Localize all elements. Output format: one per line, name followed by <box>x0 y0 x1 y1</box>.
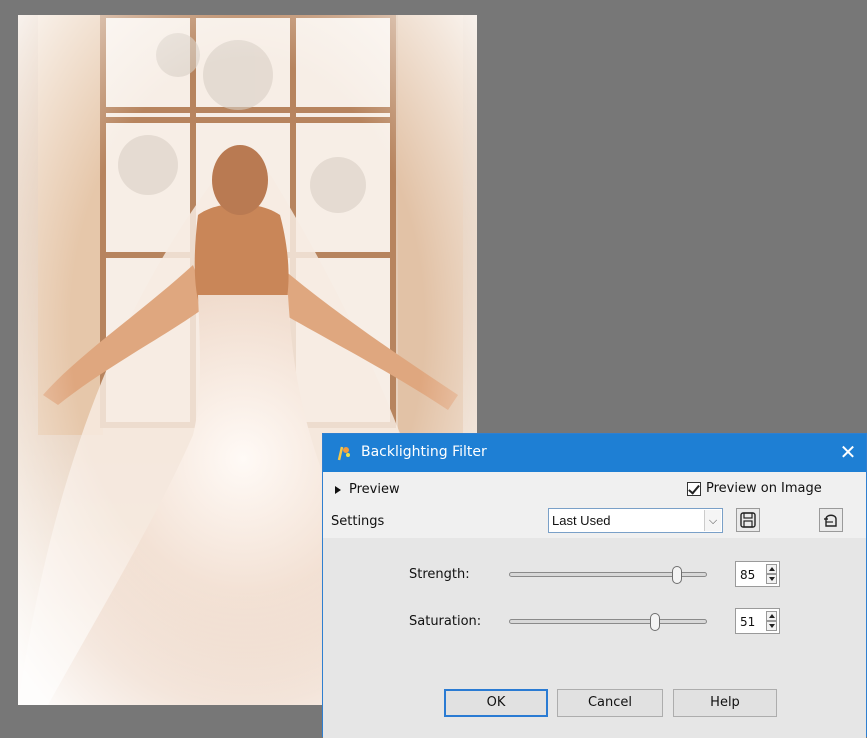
dialog-titlebar[interactable]: Backlighting Filter ✕ <box>323 434 866 472</box>
preview-on-image-checkbox[interactable]: Preview on Image <box>687 481 822 496</box>
dialog-title: Backlighting Filter <box>361 444 487 460</box>
settings-dropdown[interactable]: Last Used ⌵ <box>548 508 723 533</box>
spin-down-icon[interactable] <box>766 621 777 631</box>
saturation-slider-thumb[interactable] <box>650 613 661 631</box>
preview-on-image-label: Preview on Image <box>706 481 822 496</box>
filter-settings-panel: Strength: 85 Saturation: 51 OK Cancel He <box>323 538 866 738</box>
dropdown-arrow-icon[interactable]: ⌵ <box>704 510 721 531</box>
save-preset-icon <box>740 512 756 528</box>
saturation-spinbox[interactable]: 51 <box>735 608 780 634</box>
checkbox-icon[interactable] <box>687 481 701 496</box>
preview-label: Preview <box>349 482 400 497</box>
reset-button[interactable] <box>819 508 843 532</box>
settings-dropdown-value: Last Used <box>552 513 611 528</box>
saturation-value[interactable]: 51 <box>740 615 755 629</box>
strength-slider-thumb[interactable] <box>671 566 682 584</box>
backlighting-filter-dialog: Backlighting Filter ✕ Preview Preview on… <box>322 433 867 738</box>
saturation-slider[interactable] <box>509 613 707 631</box>
preview-row: Preview Preview on Image <box>323 472 866 502</box>
strength-slider[interactable] <box>509 566 707 584</box>
saturation-row: Saturation: 51 <box>323 606 866 640</box>
ok-button[interactable]: OK <box>444 689 548 717</box>
save-preset-button[interactable] <box>736 508 760 532</box>
close-icon: ✕ <box>839 440 857 464</box>
strength-value[interactable]: 85 <box>740 568 755 582</box>
app-logo-icon <box>337 446 350 461</box>
cancel-button[interactable]: Cancel <box>557 689 663 717</box>
spin-down-icon[interactable] <box>766 574 777 584</box>
spin-up-icon[interactable] <box>766 564 777 574</box>
strength-label: Strength: <box>409 567 470 582</box>
settings-row: Settings Last Used ⌵ <box>323 504 866 534</box>
strength-spinbox[interactable]: 85 <box>735 561 780 587</box>
preview-expander[interactable]: Preview <box>335 482 400 497</box>
expand-triangle-icon <box>335 485 341 494</box>
close-button[interactable]: ✕ <box>836 440 860 464</box>
saturation-label: Saturation: <box>409 614 482 629</box>
strength-row: Strength: 85 <box>323 559 866 593</box>
reset-icon <box>824 514 837 527</box>
spin-up-icon[interactable] <box>766 611 777 621</box>
help-button[interactable]: Help <box>673 689 777 717</box>
settings-label: Settings <box>331 514 385 529</box>
